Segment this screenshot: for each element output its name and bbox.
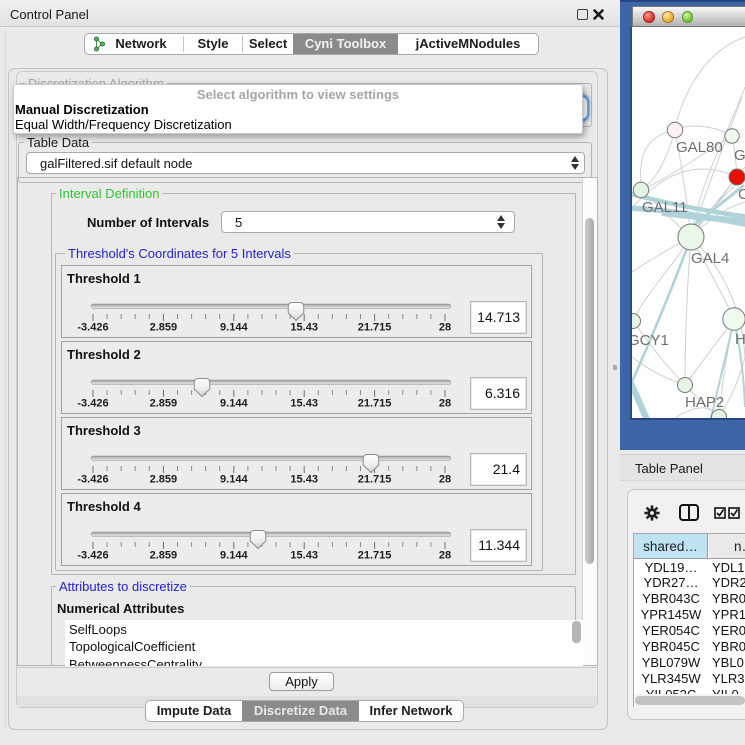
svg-text:GAL11: GAL11 [642, 199, 688, 216]
svg-text:15.43: 15.43 [290, 322, 318, 334]
svg-text:15.43: 15.43 [290, 398, 318, 410]
svg-text:H: H [735, 331, 745, 348]
svg-text:28: 28 [439, 474, 451, 486]
svg-text:-3.426: -3.426 [77, 398, 108, 410]
svg-text:21.715: 21.715 [358, 398, 392, 410]
svg-text:-3.426: -3.426 [77, 474, 108, 486]
svg-text:15.43: 15.43 [290, 474, 318, 486]
svg-text:21.715: 21.715 [358, 322, 392, 334]
svg-text:2.859: 2.859 [150, 322, 178, 334]
svg-text:9.144: 9.144 [220, 322, 248, 334]
svg-text:9.144: 9.144 [220, 474, 248, 486]
svg-text:21.715: 21.715 [358, 550, 392, 562]
svg-text:GAL4: GAL4 [691, 250, 729, 267]
svg-text:-3.426: -3.426 [77, 550, 108, 562]
svg-text:2.859: 2.859 [150, 550, 178, 562]
svg-text:2.859: 2.859 [150, 398, 178, 410]
svg-text:28: 28 [439, 550, 451, 562]
svg-text:GA: GA [734, 147, 745, 164]
svg-text:9.144: 9.144 [220, 550, 248, 562]
svg-text:15.43: 15.43 [290, 550, 318, 562]
svg-text:21.715: 21.715 [358, 474, 392, 486]
svg-text:2.859: 2.859 [150, 474, 178, 486]
svg-text:HAP2: HAP2 [685, 394, 724, 411]
svg-text:-3.426: -3.426 [77, 322, 108, 334]
svg-text:GCY1: GCY1 [632, 332, 669, 349]
svg-text:28: 28 [439, 322, 451, 334]
svg-text:9.144: 9.144 [220, 398, 248, 410]
svg-text:C: C [738, 186, 745, 203]
svg-text:28: 28 [439, 398, 451, 410]
svg-text:GAL80: GAL80 [676, 139, 723, 156]
